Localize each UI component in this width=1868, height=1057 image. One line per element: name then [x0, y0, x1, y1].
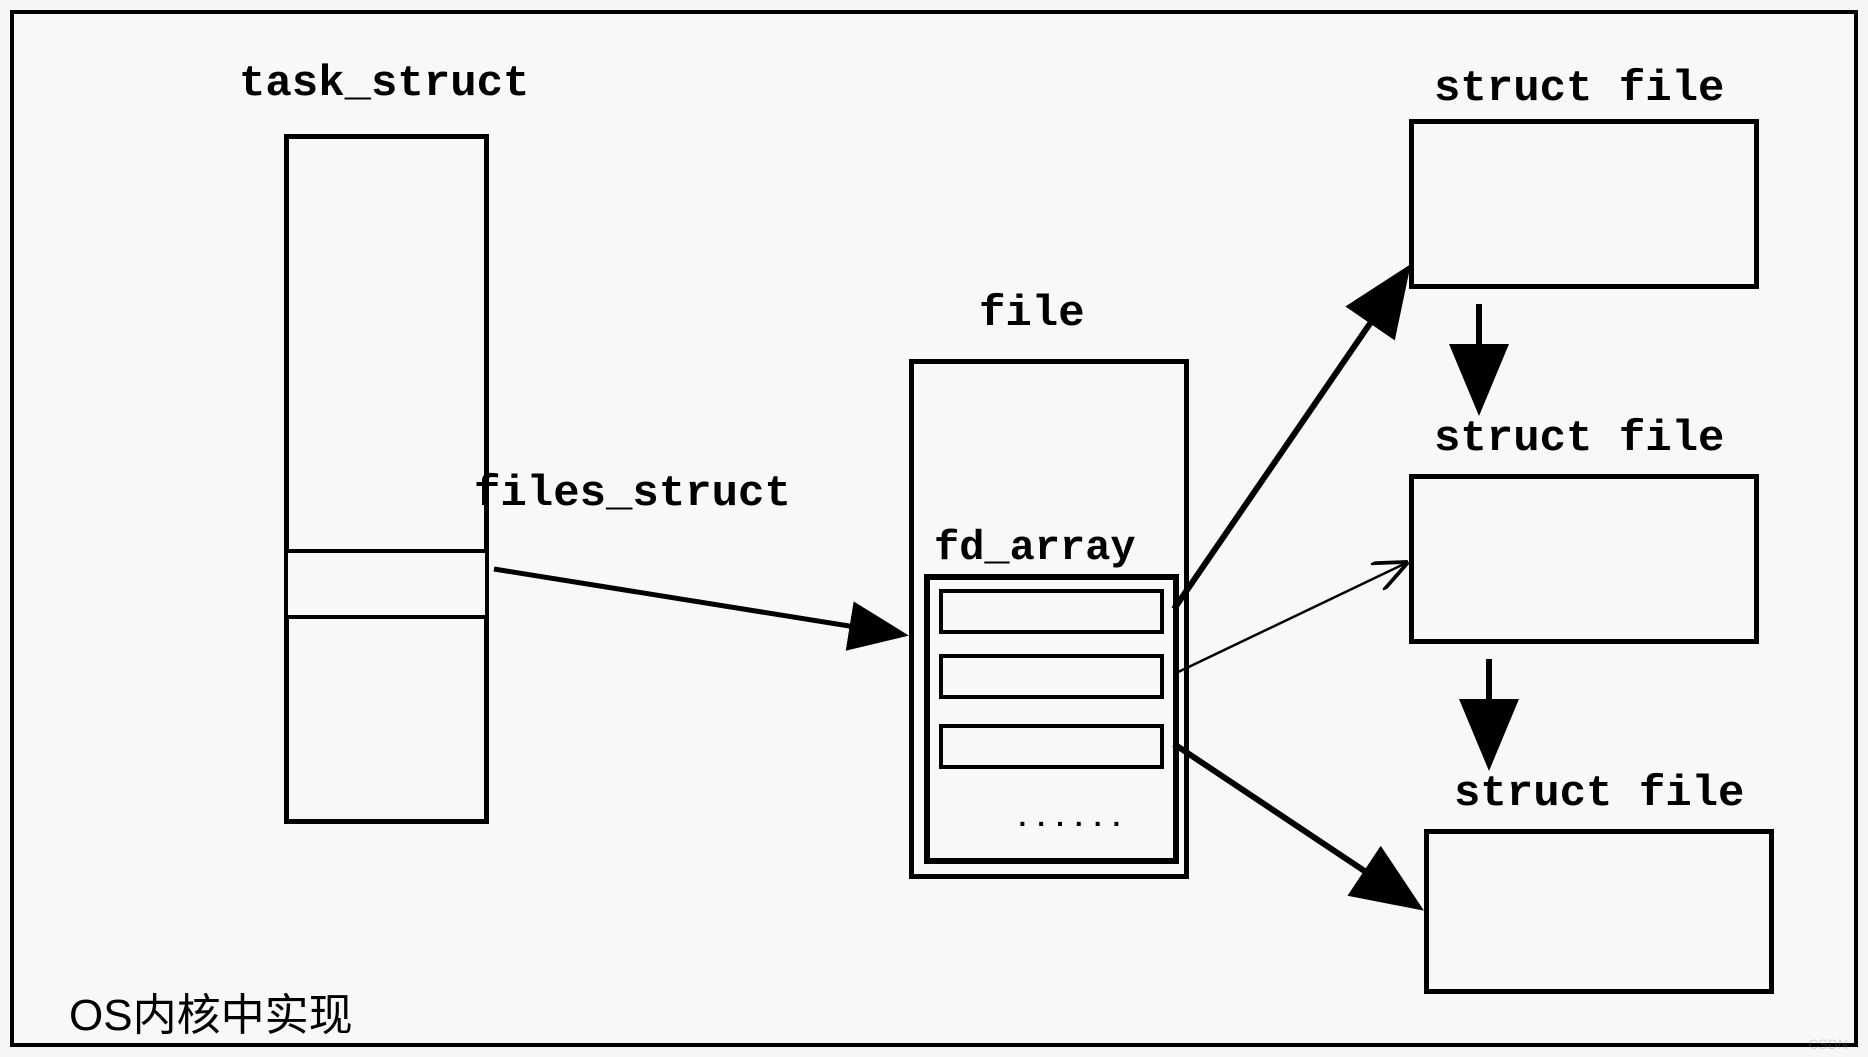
label-fd-array: fd_array	[934, 524, 1136, 572]
struct-file-box-2	[1409, 474, 1759, 644]
label-struct-file-2: struct file	[1434, 414, 1724, 464]
task-struct-box	[284, 134, 489, 824]
label-struct-file-3: struct file	[1454, 769, 1744, 819]
label-footer: OS内核中实现	[69, 979, 353, 1043]
watermark: CSDN	[1808, 1036, 1848, 1052]
fd-ellipsis: ......	[1014, 804, 1127, 835]
label-task-struct: task_struct	[239, 59, 529, 109]
label-files-struct: files_struct	[474, 469, 791, 519]
fd-slot-1	[939, 654, 1164, 699]
label-struct-file-1: struct file	[1434, 64, 1724, 114]
struct-file-box-1	[1409, 119, 1759, 289]
struct-file-box-3	[1424, 829, 1774, 994]
label-file: file	[979, 289, 1085, 339]
fd-slot-0	[939, 589, 1164, 634]
task-struct-slot	[284, 549, 489, 619]
diagram-frame: task_struct files_struct file fd_array .…	[10, 10, 1858, 1047]
fd-slot-2	[939, 724, 1164, 769]
